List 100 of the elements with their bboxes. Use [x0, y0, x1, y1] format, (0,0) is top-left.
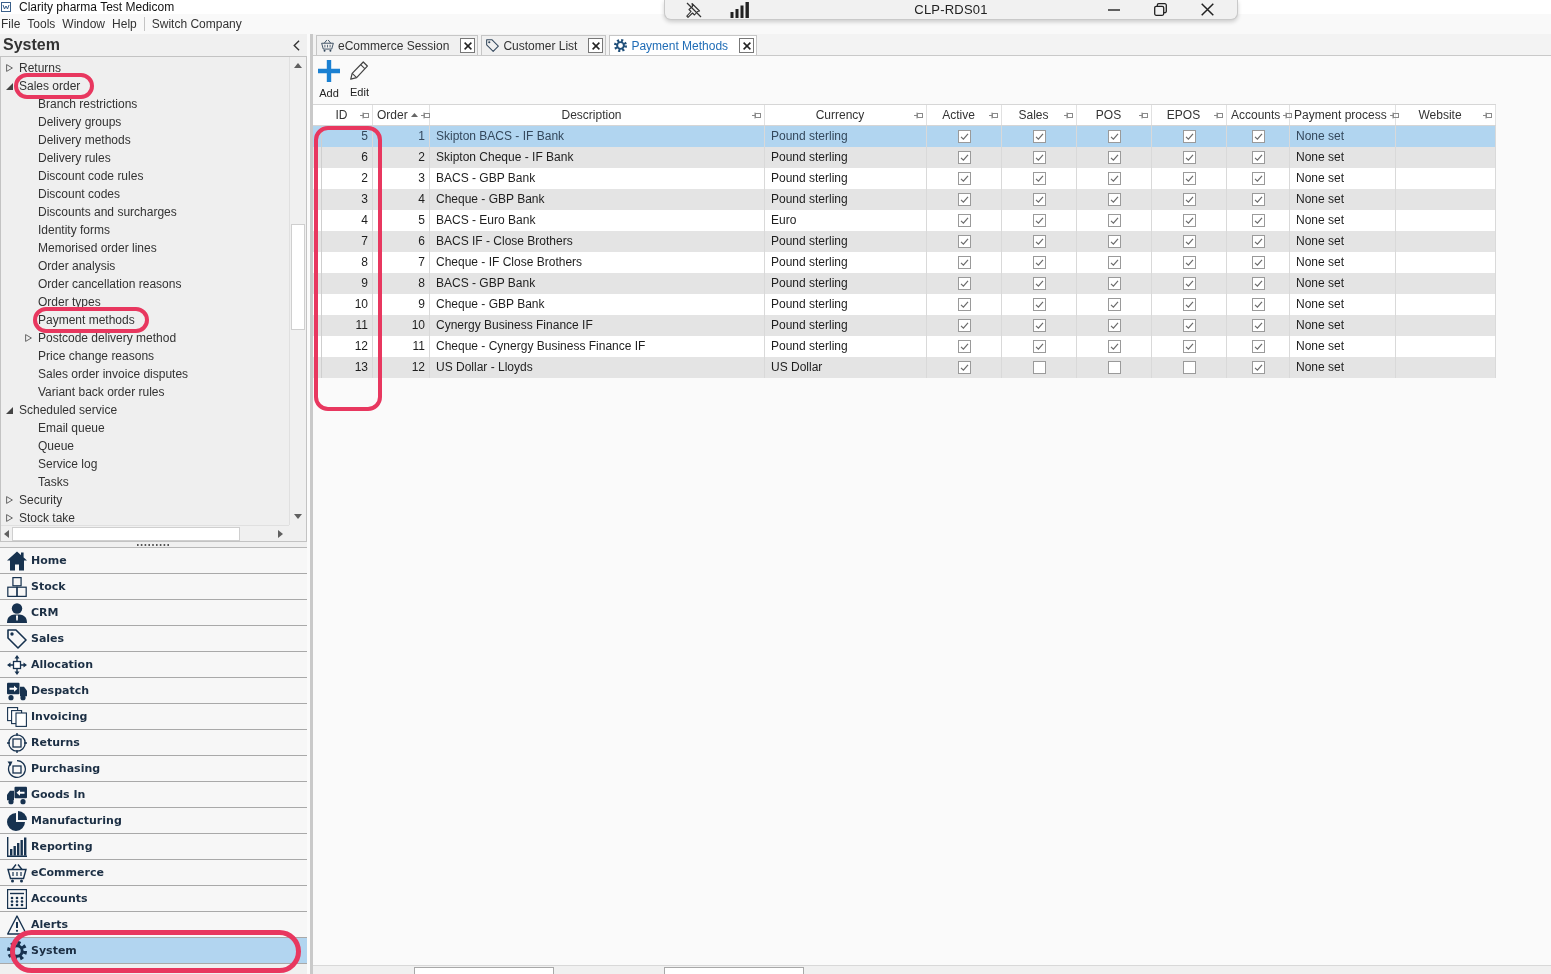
checkbox[interactable]	[1107, 340, 1121, 353]
tree-item[interactable]: Service log	[38, 457, 98, 471]
pin-icon[interactable]	[1064, 111, 1073, 119]
tree-item[interactable]: Postcode delivery method	[38, 331, 177, 345]
column-header[interactable]: Currency	[765, 105, 927, 125]
checkbox[interactable]	[1251, 172, 1265, 185]
pin-icon[interactable]	[989, 111, 998, 119]
checkbox[interactable]	[1251, 256, 1265, 269]
checkbox[interactable]	[1107, 193, 1121, 206]
checkbox[interactable]	[1251, 361, 1265, 374]
tree-item[interactable]: Tasks	[38, 475, 69, 489]
checkbox[interactable]	[957, 340, 971, 353]
scrollbar-thumb[interactable]	[12, 526, 240, 541]
tab[interactable]: Payment Methods	[609, 35, 758, 55]
tree-item[interactable]: Price change reasons	[38, 349, 155, 363]
menu-item[interactable]: Switch Company	[151, 17, 242, 31]
checkbox[interactable]	[1107, 277, 1121, 290]
checkbox[interactable]	[957, 319, 971, 332]
nav-item[interactable]: Reporting	[0, 834, 307, 860]
table-row[interactable]: 11 10 Cynergy Business Finance IF Pound sterling None set	[313, 315, 1496, 336]
nav-item[interactable]: Returns	[0, 730, 307, 756]
column-header[interactable]: Description	[430, 105, 765, 125]
pin-icon[interactable]	[420, 111, 430, 119]
checkbox[interactable]	[1107, 256, 1121, 269]
table-row[interactable]: 2 3 BACS - GBP Bank Pound sterling None set	[313, 168, 1496, 189]
checkbox[interactable]	[1251, 235, 1265, 248]
checkbox[interactable]	[1251, 214, 1265, 227]
tree-item[interactable]: Email queue	[38, 421, 105, 435]
checkbox[interactable]	[1107, 319, 1121, 332]
checkbox[interactable]	[1182, 130, 1196, 143]
column-header[interactable]: ID	[322, 105, 373, 125]
checkbox[interactable]	[1182, 151, 1196, 164]
checkbox[interactable]	[1182, 298, 1196, 311]
checkbox[interactable]	[957, 298, 971, 311]
collapse-chevron-icon[interactable]	[293, 39, 300, 51]
checkbox[interactable]	[1251, 319, 1265, 332]
pin-icon[interactable]	[752, 111, 761, 119]
menu-item[interactable]: Window	[62, 17, 106, 31]
minimize-icon[interactable]	[1108, 8, 1120, 11]
tree-item[interactable]: Sales order	[19, 79, 81, 93]
table-row[interactable]: 4 5 BACS - Euro Bank Euro None set	[313, 210, 1496, 231]
checkbox[interactable]	[957, 277, 971, 290]
pin-icon[interactable]	[1214, 111, 1223, 119]
nav-item[interactable]: Invoicing	[0, 704, 307, 730]
tab[interactable]: eCommerce Session	[316, 35, 479, 55]
pin-icon[interactable]	[1389, 111, 1399, 119]
pin-icon[interactable]	[914, 111, 923, 119]
checkbox[interactable]	[1032, 256, 1046, 269]
horizontal-scrollbar[interactable]	[1, 525, 289, 541]
pin-icon[interactable]	[1483, 111, 1492, 119]
scroll-left-icon[interactable]	[4, 529, 9, 538]
tab[interactable]: Customer List	[481, 35, 607, 55]
checkbox[interactable]	[1251, 340, 1265, 353]
expander-icon[interactable]	[6, 64, 13, 72]
checkbox[interactable]	[1251, 130, 1265, 143]
close-tab-button[interactable]	[460, 38, 476, 53]
column-header[interactable]: Website	[1396, 105, 1496, 125]
column-header[interactable]: POS	[1077, 105, 1152, 125]
checkbox[interactable]	[957, 361, 971, 374]
checkbox[interactable]	[957, 151, 971, 164]
nav-item[interactable]: Allocation	[0, 652, 307, 678]
vertical-scrollbar[interactable]	[289, 57, 306, 525]
nav-item[interactable]: Home	[0, 548, 307, 574]
checkbox[interactable]	[1251, 151, 1265, 164]
scrollbar-thumb[interactable]	[291, 224, 305, 330]
nav-item[interactable]: Stock	[0, 574, 307, 600]
column-header[interactable]: EPOS	[1152, 105, 1227, 125]
table-row[interactable]: 10 9 Cheque - GBP Bank Pound sterling None set	[313, 294, 1496, 315]
checkbox[interactable]	[1107, 361, 1121, 374]
status-field[interactable]	[414, 967, 554, 974]
checkbox[interactable]	[1182, 172, 1196, 185]
tree-item[interactable]: Security	[19, 493, 63, 507]
checkbox[interactable]	[1182, 235, 1196, 248]
checkbox[interactable]	[1182, 277, 1196, 290]
nav-item[interactable]: CRM	[0, 600, 307, 626]
tree-item[interactable]: Payment methods	[38, 313, 135, 327]
checkbox[interactable]	[1032, 298, 1046, 311]
checkbox[interactable]	[1107, 172, 1121, 185]
checkbox[interactable]	[1032, 151, 1046, 164]
column-header[interactable]: Order	[373, 105, 430, 125]
checkbox[interactable]	[1251, 193, 1265, 206]
column-header[interactable]: Active	[927, 105, 1002, 125]
checkbox[interactable]	[1032, 235, 1046, 248]
menu-item[interactable]: Tools	[27, 17, 56, 31]
menu-item[interactable]: Help	[112, 17, 137, 31]
checkbox[interactable]	[1107, 298, 1121, 311]
tree-item[interactable]: Delivery rules	[38, 151, 111, 165]
checkbox[interactable]	[1182, 361, 1196, 374]
nav-item[interactable]: Purchasing	[0, 756, 307, 782]
checkbox[interactable]	[1182, 256, 1196, 269]
checkbox[interactable]	[1107, 130, 1121, 143]
restore-icon[interactable]	[1154, 3, 1167, 16]
checkbox[interactable]	[957, 193, 971, 206]
tree-item[interactable]: Discounts and surcharges	[38, 205, 177, 219]
pin-icon[interactable]	[360, 111, 369, 119]
expander-icon[interactable]	[6, 514, 13, 522]
tree-item[interactable]: Delivery methods	[38, 133, 131, 147]
checkbox[interactable]	[1182, 319, 1196, 332]
signal-bars-icon[interactable]	[730, 1, 750, 18]
scroll-down-icon[interactable]	[294, 514, 302, 519]
